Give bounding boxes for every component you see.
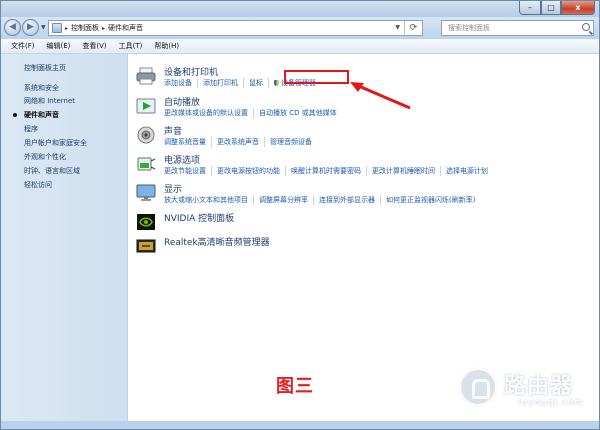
close-button[interactable]: x	[561, 1, 595, 15]
link-refresh-rate[interactable]: 如何更正监视器闪烁(刷新率)	[380, 195, 480, 205]
nvidia-icon	[137, 214, 155, 230]
highlight-box	[284, 70, 349, 84]
link-mouse[interactable]: 鼠标	[243, 78, 268, 88]
minimize-button[interactable]: –	[519, 1, 541, 15]
link-adjust-volume[interactable]: 调整系统音量	[164, 137, 211, 147]
back-button[interactable]: ◀	[4, 19, 21, 36]
link-text-size[interactable]: 放大或缩小文本和其他项目	[164, 195, 253, 205]
sidebar-item-programs[interactable]: 程序	[24, 124, 38, 134]
breadcrumb-control-panel[interactable]: 控制面板	[71, 23, 99, 33]
sidebar-item-home[interactable]: 控制面板主页	[24, 63, 66, 73]
watermark-name: 路由器	[504, 374, 574, 399]
menu-file[interactable]: 文件(F)	[11, 41, 35, 51]
menu-help[interactable]: 帮助(H)	[154, 41, 179, 51]
sidebar-item-system-security[interactable]: 系统和安全	[24, 83, 59, 93]
search-placeholder: 搜索控制面板	[448, 24, 490, 32]
link-external-display[interactable]: 连接到外部显示器	[313, 195, 380, 205]
category-links: 更改媒体或设备的默认设置 自动播放 CD 或其他媒体	[164, 108, 342, 118]
watermark: 路由器 luyouqi.com	[458, 364, 596, 412]
autoplay-icon	[136, 98, 156, 114]
link-add-printer[interactable]: 添加打印机	[197, 78, 243, 88]
link-change-sounds[interactable]: 更改系统声音	[211, 137, 264, 147]
bottom-frame	[1, 421, 599, 429]
refresh-icon[interactable]: ⟳	[404, 21, 422, 35]
title-bar: – □ x	[1, 1, 599, 17]
display-icon	[136, 184, 156, 201]
menu-view[interactable]: 查看(V)	[82, 41, 106, 51]
sidebar-item-user-accounts[interactable]: 用户帐户和家庭安全	[24, 138, 87, 148]
link-power-plan[interactable]: 选择电源计划	[440, 166, 493, 176]
search-input[interactable]: 搜索控制面板	[441, 20, 594, 36]
recent-pages-dropdown-icon[interactable]: ▼	[41, 24, 46, 31]
search-icon[interactable]	[582, 23, 590, 31]
figure-caption: 图三	[276, 376, 314, 397]
current-item-bullet-icon	[13, 113, 17, 117]
power-icon	[137, 157, 156, 171]
router-logo-icon	[458, 367, 498, 407]
category-links: 调整系统音量 更改系统声音 管理音频设备	[164, 137, 317, 147]
sidebar-item-network[interactable]: 网络和 Internet	[24, 96, 75, 106]
menu-bar: 文件(F) 编辑(E) 查看(V) 工具(T) 帮助(H)	[1, 39, 599, 54]
category-title[interactable]: Realtek高清晰音频管理器	[164, 235, 270, 248]
link-autoplay-cd[interactable]: 自动播放 CD 或其他媒体	[253, 108, 342, 118]
maximize-button[interactable]: □	[541, 1, 561, 15]
link-change-default-media[interactable]: 更改媒体或设备的默认设置	[164, 108, 253, 118]
address-bar[interactable]: ▸ 控制面板 ▸ 硬件和声音 ▼ ⟳	[48, 20, 423, 36]
category-title[interactable]: 声音	[164, 124, 182, 137]
printer-icon	[136, 67, 156, 85]
breadcrumb-separator-icon[interactable]: ▸	[102, 25, 105, 32]
speaker-icon	[137, 126, 155, 144]
back-arrow-icon: ◀	[9, 22, 16, 32]
category-title[interactable]: NVIDIA 控制面板	[164, 211, 234, 224]
navigation-row: ◀ ▶ ▼ ▸ 控制面板 ▸ 硬件和声音 ▼ ⟳ 搜索控制面板	[1, 17, 599, 39]
category-title[interactable]: 显示	[164, 182, 182, 195]
forward-arrow-icon: ▶	[27, 22, 34, 32]
category-links: 更改节能设置 更改电源按钮的功能 唤醒计算机时需要密码 更改计算机睡眠时间 选择…	[164, 166, 493, 176]
sidebar-item-ease-of-access[interactable]: 轻松访问	[24, 180, 52, 190]
link-screen-resolution[interactable]: 调整屏幕分辨率	[253, 195, 313, 205]
realtek-icon	[136, 239, 156, 253]
menu-edit[interactable]: 编辑(E)	[47, 41, 71, 51]
breadcrumb-hardware-sound[interactable]: 硬件和声音	[108, 23, 143, 33]
sidebar-item-appearance[interactable]: 外观和个性化	[24, 152, 66, 162]
side-pane: 控制面板主页 系统和安全 网络和 Internet 硬件和声音 程序 用户帐户和…	[1, 54, 128, 421]
category-title[interactable]: 设备和打印机	[164, 65, 218, 78]
sidebar-item-clock-language[interactable]: 时钟、语言和区域	[24, 166, 80, 176]
forward-button[interactable]: ▶	[22, 19, 39, 36]
sidebar-item-hardware-sound[interactable]: 硬件和声音	[24, 110, 59, 120]
link-password-on-wake[interactable]: 唤醒计算机时需要密码	[285, 166, 366, 176]
address-dropdown-icon[interactable]: ▼	[395, 24, 400, 31]
annotation-arrow-icon	[350, 82, 411, 110]
breadcrumb-separator-icon[interactable]: ▸	[65, 25, 68, 32]
category-title[interactable]: 电源选项	[164, 153, 200, 166]
uac-shield-icon	[274, 80, 279, 86]
caption-buttons: – □ x	[519, 1, 595, 15]
menu-tools[interactable]: 工具(T)	[119, 41, 143, 51]
link-power-saving[interactable]: 更改节能设置	[164, 166, 211, 176]
control-panel-icon	[52, 23, 62, 33]
link-power-buttons[interactable]: 更改电源按钮的功能	[211, 166, 285, 176]
link-sleep-time[interactable]: 更改计算机睡眠时间	[366, 166, 440, 176]
link-manage-audio[interactable]: 管理音频设备	[264, 137, 317, 147]
watermark-domain: luyouqi.com	[518, 398, 585, 408]
category-links: 放大或缩小文本和其他项目 调整屏幕分辨率 连接到外部显示器 如何更正监视器闪烁(…	[164, 195, 480, 205]
category-title[interactable]: 自动播放	[164, 95, 200, 108]
link-add-device[interactable]: 添加设备	[164, 78, 197, 88]
